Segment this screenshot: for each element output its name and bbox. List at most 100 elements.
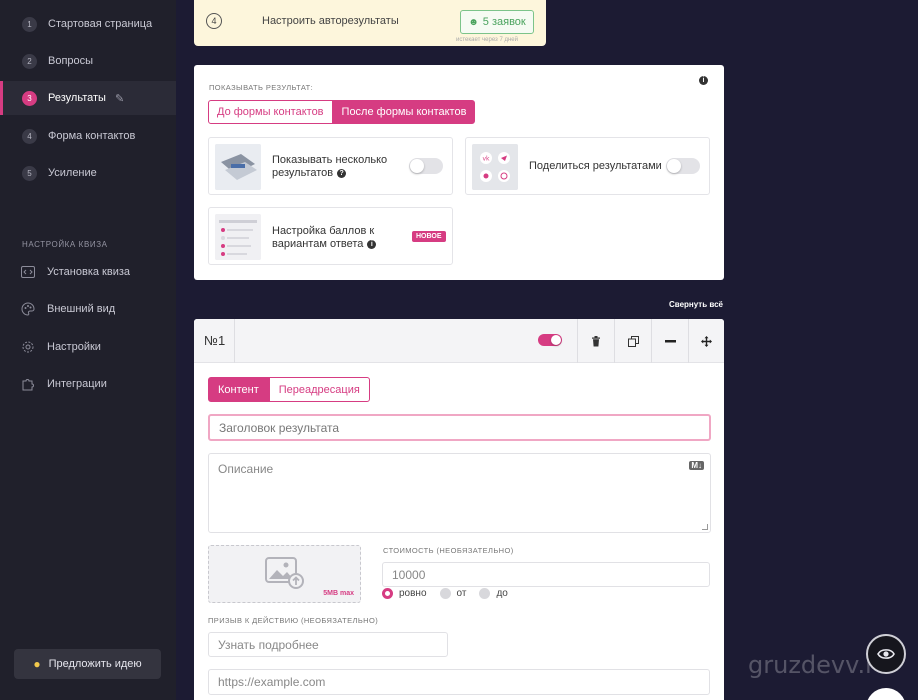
tab-after-contact-form[interactable]: После формы контактов: [332, 100, 476, 124]
result-title-input[interactable]: Заголовок результата: [208, 414, 711, 441]
copy-icon: [627, 335, 639, 347]
cta-label: Призыв к действию (необязательно): [208, 616, 379, 625]
puzzle-icon: [20, 376, 36, 392]
trash-icon: [592, 335, 600, 346]
step-number: 3: [22, 90, 37, 106]
share-results-thumbnail: vk: [472, 144, 518, 190]
palette-icon: [20, 301, 36, 317]
duplicate-button[interactable]: [615, 319, 651, 363]
radio-label: ровно: [399, 588, 427, 599]
leads-button[interactable]: ☻ 5 заявок: [460, 10, 534, 34]
cta-input[interactable]: Узнать подробнее: [208, 632, 448, 657]
tab-content[interactable]: Контент: [208, 377, 269, 402]
auto-results-notice: 4 Настроить авторезультаты ☻ 5 заявок ис…: [194, 0, 546, 46]
price-mode-from[interactable]: от: [439, 588, 466, 599]
sidebar-step-start[interactable]: 1 Стартовая страница: [0, 7, 176, 41]
show-result-label: Показывать результат:: [209, 83, 314, 92]
toggle-knob: [667, 159, 681, 173]
answer-points-thumbnail: [215, 214, 261, 260]
menu-appearance[interactable]: Внешний вид: [20, 301, 115, 317]
description-placeholder: Описание: [218, 462, 274, 476]
menu-integrations[interactable]: Интеграции: [20, 376, 107, 392]
option-share-results: vk Поделиться результатами: [465, 137, 710, 195]
user-plus-icon: ☻: [468, 16, 479, 28]
help-widget-button[interactable]: [866, 688, 906, 700]
price-mode-radios: ровно от до: [382, 588, 521, 599]
step-number: 1: [22, 16, 37, 32]
notice-step-number: 4: [206, 13, 222, 29]
result-position-toggle: До формы контактов После формы контактов: [208, 100, 476, 124]
menu-label: Установка квиза: [47, 266, 131, 278]
leads-button-label: 5 заявок: [482, 16, 526, 28]
new-badge: НОВОЕ: [412, 231, 446, 242]
upload-size-limit: 5MB max: [323, 590, 354, 597]
multiple-results-thumbnail: [215, 144, 261, 190]
delete-button[interactable]: [578, 319, 614, 363]
suggest-idea-button[interactable]: ● Предложить идею: [14, 649, 161, 679]
price-mode-exact[interactable]: ровно: [382, 588, 427, 599]
step-number: 5: [22, 165, 37, 181]
option-answer-points: Настройка баллов к вариантам ответа i НОВ…: [208, 207, 453, 265]
section-title: Настройка квиза: [22, 240, 108, 249]
result-number: №1: [204, 333, 226, 348]
price-mode-to[interactable]: до: [479, 588, 508, 599]
menu-settings[interactable]: Настройки: [20, 339, 101, 355]
step-number: 2: [22, 53, 37, 69]
markdown-icon[interactable]: M↓: [689, 461, 704, 470]
sidebar-step-questions[interactable]: 2 Вопросы: [0, 44, 176, 78]
preview-button[interactable]: [866, 634, 906, 674]
eye-icon: [877, 649, 895, 659]
option-share-label: Поделиться результатами: [529, 160, 662, 172]
option-multiple-label: Показывать несколько результатов: [272, 154, 388, 179]
redirect-url-input[interactable]: https://example.com: [208, 669, 710, 695]
image-upload-dropzone[interactable]: 5MB max: [208, 545, 361, 603]
image-upload-icon: [265, 557, 304, 589]
notice-expiry: истекает через 7 дней: [456, 37, 518, 43]
pencil-icon[interactable]: ✎: [115, 92, 124, 105]
drag-handle[interactable]: [688, 319, 724, 363]
result-card: №1 Контент Переадресация Заголовок резул…: [194, 319, 724, 700]
sidebar-step-results[interactable]: 3 Результаты ✎: [0, 81, 176, 115]
result-content-tabs: Контент Переадресация: [208, 377, 370, 402]
sidebar: 1 Стартовая страница 2 Вопросы 3 Результ…: [0, 0, 176, 700]
menu-install[interactable]: Установка квиза: [20, 264, 130, 280]
multiple-results-toggle[interactable]: [409, 158, 443, 174]
step-label: Стартовая страница: [48, 18, 153, 30]
lightbulb-icon: ●: [33, 657, 41, 671]
info-icon[interactable]: i: [367, 239, 377, 249]
radio-label: до: [496, 588, 508, 599]
tab-redirect[interactable]: Переадресация: [268, 377, 370, 402]
option-multiple-results: Показывать несколько результатов?: [208, 137, 453, 195]
sidebar-step-boost[interactable]: 5 Усиление: [0, 156, 176, 190]
step-number: 4: [22, 128, 37, 144]
price-label: Стоимость (необязательно): [383, 546, 514, 555]
menu-label: Настройки: [47, 341, 101, 353]
resize-handle[interactable]: [702, 524, 708, 530]
option-points-label: Настройка баллов к вариантам ответа: [272, 225, 375, 250]
idea-button-label: Предложить идею: [48, 658, 142, 670]
gear-icon: [20, 339, 36, 355]
result-description-textarea[interactable]: Описание M↓: [208, 453, 711, 533]
radio: [479, 588, 491, 599]
result-card-header: №1: [194, 319, 724, 363]
notice-text: Настроить авторезультаты: [262, 15, 399, 27]
collapse-button[interactable]: [652, 319, 688, 363]
collapse-all-link[interactable]: Свернуть всё: [669, 300, 723, 309]
radio: [439, 588, 451, 599]
result-settings-card: Показывать результат: i До формы контакт…: [194, 65, 724, 280]
move-icon: [700, 335, 712, 347]
step-label: Результаты: [48, 92, 106, 104]
toggle-knob: [410, 159, 424, 173]
menu-label: Интеграции: [47, 378, 107, 390]
result-enabled-toggle[interactable]: [538, 334, 562, 346]
share-results-toggle[interactable]: [666, 158, 700, 174]
radio-selected: [382, 588, 393, 599]
info-icon[interactable]: i: [699, 76, 708, 85]
svg-text:vk: vk: [482, 156, 490, 163]
minus-icon: [664, 339, 676, 342]
price-input[interactable]: 10000: [382, 562, 710, 587]
tab-before-contact-form[interactable]: До формы контактов: [208, 100, 333, 124]
menu-label: Внешний вид: [47, 303, 116, 315]
help-icon[interactable]: ?: [337, 168, 347, 178]
sidebar-step-contact-form[interactable]: 4 Форма контактов: [0, 119, 176, 153]
